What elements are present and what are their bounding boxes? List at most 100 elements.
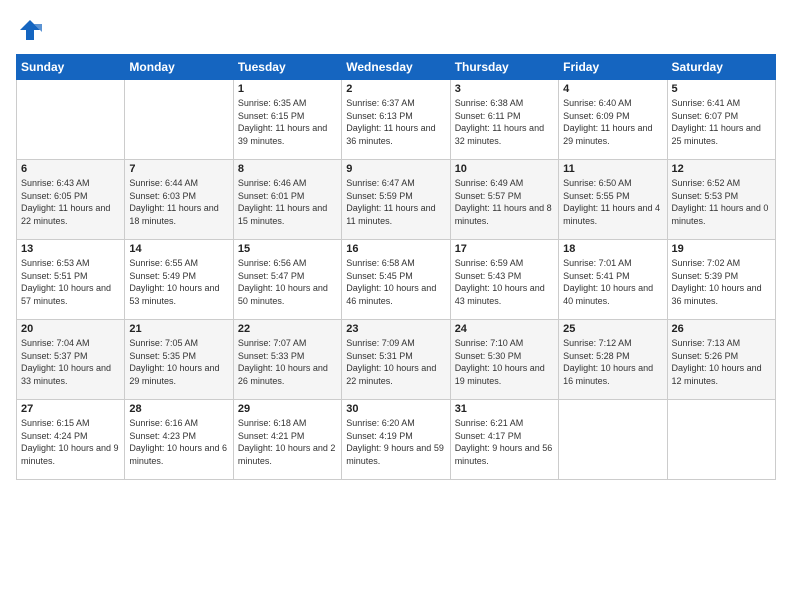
day-cell: 10 Sunrise: 6:49 AM Sunset: 5:57 PM Dayli…	[450, 160, 558, 240]
day-cell: 30 Sunrise: 6:20 AM Sunset: 4:19 PM Dayli…	[342, 400, 450, 480]
day-info: Sunrise: 6:43 AM Sunset: 6:05 PM Dayligh…	[21, 177, 120, 227]
week-row-5: 27Sunrise: 6:15 AM Sunset: 4:24 PM Dayli…	[17, 400, 776, 480]
day-cell: 12 Sunrise: 6:52 AM Sunset: 5:53 PM Dayli…	[667, 160, 775, 240]
day-info: Sunrise: 6:58 AM Sunset: 5:45 PM Dayligh…	[346, 257, 445, 307]
day-cell: 20 Sunrise: 7:04 AM Sunset: 5:37 PM Dayli…	[17, 320, 125, 400]
day-info: Sunrise: 6:35 AM Sunset: 6:15 PM Dayligh…	[238, 97, 337, 147]
weekday-header-tuesday: Tuesday	[233, 55, 341, 80]
day-number: 21	[129, 323, 228, 335]
day-cell: 9 Sunrise: 6:47 AM Sunset: 5:59 PM Daylig…	[342, 160, 450, 240]
day-number: 20	[21, 323, 120, 335]
day-info: Sunrise: 6:20 AM Sunset: 4:19 PM Dayligh…	[346, 417, 445, 467]
day-info: Sunrise: 6:47 AM Sunset: 5:59 PM Dayligh…	[346, 177, 445, 227]
day-cell: 3 Sunrise: 6:38 AM Sunset: 6:11 PM Daylig…	[450, 80, 558, 160]
day-info: Sunrise: 6:16 AM Sunset: 4:23 PM Dayligh…	[129, 417, 228, 467]
logo	[16, 16, 48, 44]
day-number: 1	[238, 83, 337, 95]
day-cell: 6 Sunrise: 6:43 AM Sunset: 6:05 PM Daylig…	[17, 160, 125, 240]
day-number: 18	[563, 243, 662, 255]
day-cell: 4 Sunrise: 6:40 AM Sunset: 6:09 PM Daylig…	[559, 80, 667, 160]
day-cell: 18 Sunrise: 7:01 AM Sunset: 5:41 PM Dayli…	[559, 240, 667, 320]
day-info: Sunrise: 6:56 AM Sunset: 5:47 PM Dayligh…	[238, 257, 337, 307]
day-cell: 24 Sunrise: 7:10 AM Sunset: 5:30 PM Dayli…	[450, 320, 558, 400]
day-info: Sunrise: 6:55 AM Sunset: 5:49 PM Dayligh…	[129, 257, 228, 307]
day-info: Sunrise: 7:12 AM Sunset: 5:28 PM Dayligh…	[563, 337, 662, 387]
day-number: 25	[563, 323, 662, 335]
day-number: 4	[563, 83, 662, 95]
day-number: 10	[455, 163, 554, 175]
day-cell	[667, 400, 775, 480]
day-info: Sunrise: 6:38 AM Sunset: 6:11 PM Dayligh…	[455, 97, 554, 147]
page: SundayMondayTuesdayWednesdayThursdayFrid…	[0, 0, 792, 612]
day-info: Sunrise: 6:52 AM Sunset: 5:53 PM Dayligh…	[672, 177, 771, 227]
day-cell: 2 Sunrise: 6:37 AM Sunset: 6:13 PM Daylig…	[342, 80, 450, 160]
day-cell	[17, 80, 125, 160]
day-number: 19	[672, 243, 771, 255]
day-cell: 17 Sunrise: 6:59 AM Sunset: 5:43 PM Dayli…	[450, 240, 558, 320]
day-number: 12	[672, 163, 771, 175]
day-info: Sunrise: 6:18 AM Sunset: 4:21 PM Dayligh…	[238, 417, 337, 467]
day-info: Sunrise: 6:21 AM Sunset: 4:17 PM Dayligh…	[455, 417, 554, 467]
day-cell: 15 Sunrise: 6:56 AM Sunset: 5:47 PM Dayli…	[233, 240, 341, 320]
day-number: 6	[21, 163, 120, 175]
calendar-table: SundayMondayTuesdayWednesdayThursdayFrid…	[16, 54, 776, 480]
day-info: Sunrise: 7:04 AM Sunset: 5:37 PM Dayligh…	[21, 337, 120, 387]
day-number: 2	[346, 83, 445, 95]
day-cell: 26Sunrise: 7:13 AM Sunset: 5:26 PM Dayli…	[667, 320, 775, 400]
day-number: 29	[238, 403, 337, 415]
day-cell: 21 Sunrise: 7:05 AM Sunset: 5:35 PM Dayli…	[125, 320, 233, 400]
day-number: 14	[129, 243, 228, 255]
day-number: 17	[455, 243, 554, 255]
day-cell: 8Sunrise: 6:46 AM Sunset: 6:01 PM Daylig…	[233, 160, 341, 240]
header	[16, 16, 776, 44]
day-cell: 19 Sunrise: 7:02 AM Sunset: 5:39 PM Dayli…	[667, 240, 775, 320]
day-cell: 29 Sunrise: 6:18 AM Sunset: 4:21 PM Dayli…	[233, 400, 341, 480]
day-number: 7	[129, 163, 228, 175]
day-cell: 14 Sunrise: 6:55 AM Sunset: 5:49 PM Dayli…	[125, 240, 233, 320]
weekday-header-monday: Monday	[125, 55, 233, 80]
weekday-header-friday: Friday	[559, 55, 667, 80]
day-number: 23	[346, 323, 445, 335]
day-info: Sunrise: 6:40 AM Sunset: 6:09 PM Dayligh…	[563, 97, 662, 147]
day-number: 30	[346, 403, 445, 415]
day-number: 28	[129, 403, 228, 415]
day-info: Sunrise: 6:15 AM Sunset: 4:24 PM Dayligh…	[21, 417, 120, 467]
day-cell: 25 Sunrise: 7:12 AM Sunset: 5:28 PM Dayli…	[559, 320, 667, 400]
day-info: Sunrise: 6:53 AM Sunset: 5:51 PM Dayligh…	[21, 257, 120, 307]
day-number: 24	[455, 323, 554, 335]
day-number: 9	[346, 163, 445, 175]
day-number: 13	[21, 243, 120, 255]
day-info: Sunrise: 7:10 AM Sunset: 5:30 PM Dayligh…	[455, 337, 554, 387]
day-cell: 28 Sunrise: 6:16 AM Sunset: 4:23 PM Dayli…	[125, 400, 233, 480]
day-cell: 22Sunrise: 7:07 AM Sunset: 5:33 PM Dayli…	[233, 320, 341, 400]
weekday-header-row: SundayMondayTuesdayWednesdayThursdayFrid…	[17, 55, 776, 80]
day-info: Sunrise: 7:01 AM Sunset: 5:41 PM Dayligh…	[563, 257, 662, 307]
day-cell: 23 Sunrise: 7:09 AM Sunset: 5:31 PM Dayli…	[342, 320, 450, 400]
week-row-3: 13 Sunrise: 6:53 AM Sunset: 5:51 PM Dayli…	[17, 240, 776, 320]
logo-icon	[16, 16, 44, 44]
day-cell: 31 Sunrise: 6:21 AM Sunset: 4:17 PM Dayli…	[450, 400, 558, 480]
day-cell	[125, 80, 233, 160]
day-number: 5	[672, 83, 771, 95]
day-cell: 16 Sunrise: 6:58 AM Sunset: 5:45 PM Dayli…	[342, 240, 450, 320]
day-info: Sunrise: 6:50 AM Sunset: 5:55 PM Dayligh…	[563, 177, 662, 227]
day-number: 15	[238, 243, 337, 255]
day-info: Sunrise: 6:37 AM Sunset: 6:13 PM Dayligh…	[346, 97, 445, 147]
day-number: 26	[672, 323, 771, 335]
day-number: 3	[455, 83, 554, 95]
day-number: 31	[455, 403, 554, 415]
weekday-header-thursday: Thursday	[450, 55, 558, 80]
day-info: Sunrise: 6:59 AM Sunset: 5:43 PM Dayligh…	[455, 257, 554, 307]
day-info: Sunrise: 7:05 AM Sunset: 5:35 PM Dayligh…	[129, 337, 228, 387]
day-info: Sunrise: 6:44 AM Sunset: 6:03 PM Dayligh…	[129, 177, 228, 227]
day-info: Sunrise: 6:49 AM Sunset: 5:57 PM Dayligh…	[455, 177, 554, 227]
day-info: Sunrise: 7:09 AM Sunset: 5:31 PM Dayligh…	[346, 337, 445, 387]
week-row-4: 20 Sunrise: 7:04 AM Sunset: 5:37 PM Dayli…	[17, 320, 776, 400]
week-row-1: 1 Sunrise: 6:35 AM Sunset: 6:15 PM Daylig…	[17, 80, 776, 160]
day-info: Sunrise: 7:02 AM Sunset: 5:39 PM Dayligh…	[672, 257, 771, 307]
day-info: Sunrise: 6:46 AM Sunset: 6:01 PM Dayligh…	[238, 177, 337, 227]
day-info: Sunrise: 6:41 AM Sunset: 6:07 PM Dayligh…	[672, 97, 771, 147]
day-number: 11	[563, 163, 662, 175]
day-number: 16	[346, 243, 445, 255]
day-info: Sunrise: 7:07 AM Sunset: 5:33 PM Dayligh…	[238, 337, 337, 387]
